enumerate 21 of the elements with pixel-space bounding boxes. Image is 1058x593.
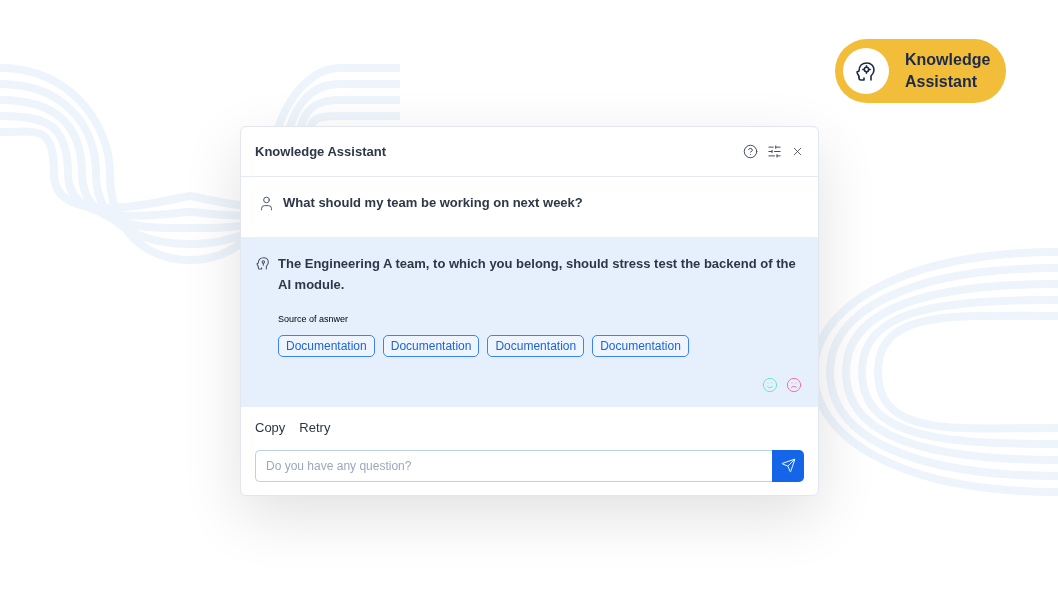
- action-link[interactable]: Retry: [299, 418, 331, 438]
- head-icon: [255, 255, 271, 271]
- dialog-title: Knowledge Assistant: [255, 142, 386, 161]
- head-gear-icon: [854, 59, 878, 83]
- answer-text: The Engineering A team, to which you belong, should stress test the backend of the AI module.: [278, 255, 797, 294]
- help-icon[interactable]: [743, 144, 758, 159]
- question-field[interactable]: Do you have any question?: [255, 449, 772, 482]
- question-text: What should my team be working on next week?: [283, 194, 583, 212]
- assistant-badge[interactable]: Knowledge Assistant: [835, 39, 1006, 103]
- close-icon[interactable]: [791, 145, 804, 158]
- send-icon: [780, 458, 796, 473]
- action-link[interactable]: Copy: [255, 418, 286, 438]
- send-button[interactable]: [772, 449, 804, 482]
- source-chip[interactable]: Documentation: [382, 335, 480, 357]
- badge-label: Knowledge Assistant: [905, 50, 992, 92]
- user-icon: [258, 195, 275, 212]
- source-chip[interactable]: Documentation: [278, 335, 375, 357]
- source-chip[interactable]: Documentation: [592, 335, 689, 357]
- settings-icon[interactable]: [767, 144, 782, 159]
- sources-label: Source of asnwer: [278, 314, 349, 324]
- source-chip[interactable]: Documentation: [487, 335, 585, 357]
